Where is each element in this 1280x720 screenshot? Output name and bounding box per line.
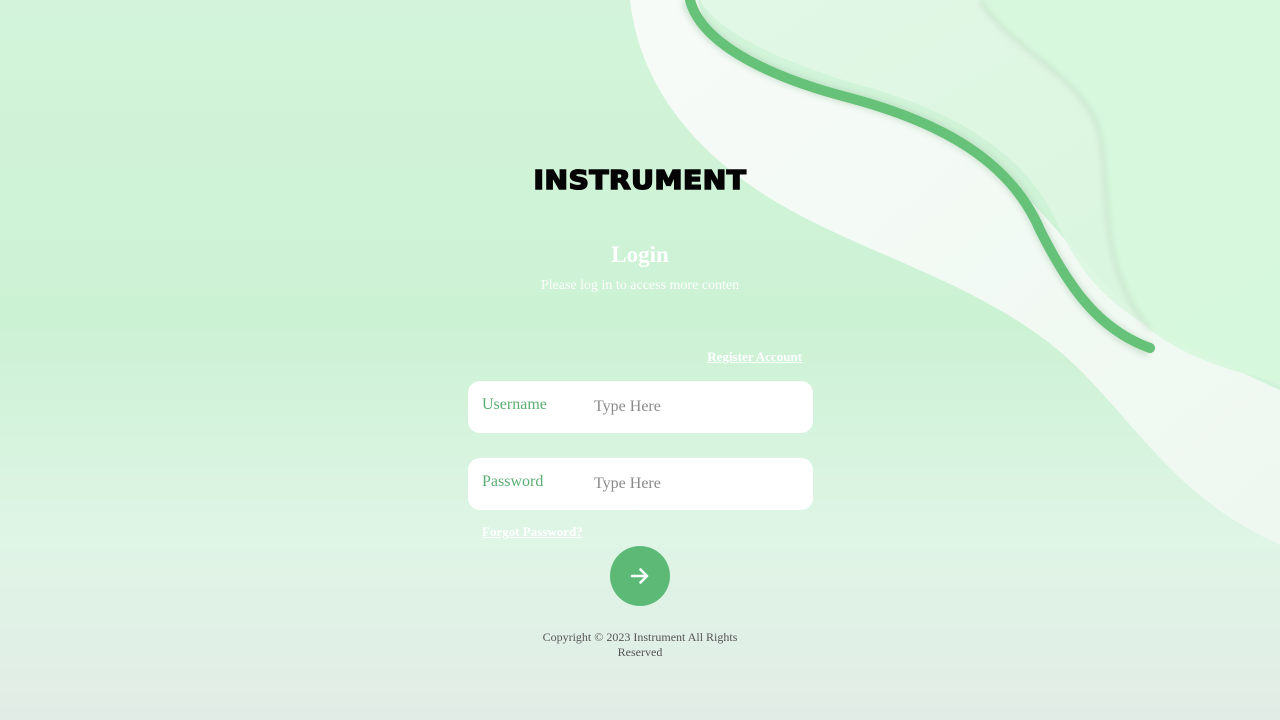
password-label: Password	[482, 473, 544, 490]
register-account-link[interactable]: Register Account	[690, 348, 802, 366]
password-input[interactable]	[594, 472, 799, 496]
background-wave-art	[630, 0, 1280, 545]
forgot-password-link[interactable]: Forgot Password?	[482, 523, 583, 541]
arrow-right-icon	[630, 568, 649, 584]
username-field[interactable]: Username	[468, 381, 813, 433]
login-submit-button[interactable]	[610, 546, 670, 606]
username-label: Username	[482, 396, 547, 413]
page-subtitle: Please log in to access more conten	[540, 278, 740, 293]
password-field[interactable]: Password	[468, 458, 813, 510]
username-input[interactable]	[594, 395, 799, 419]
brand-logo: INSTRUMENT	[533, 165, 747, 197]
copyright-text: Copyright © 2023 Instrument All Rights R…	[542, 630, 738, 659]
page-title: Login	[611, 242, 669, 267]
